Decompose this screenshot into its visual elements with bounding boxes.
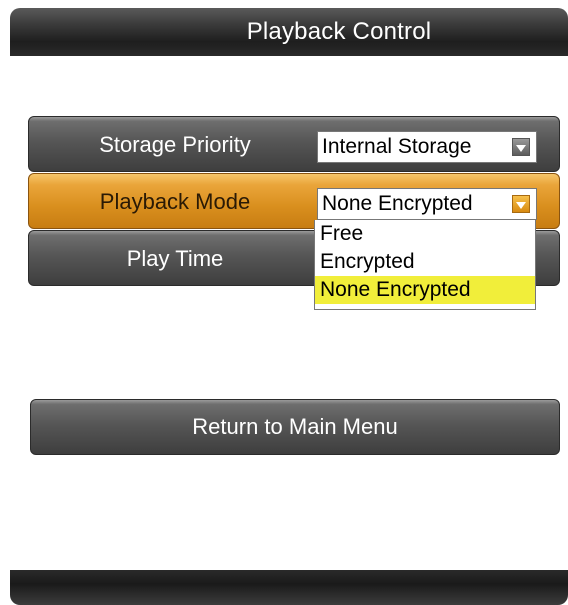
page-title: Playback Control xyxy=(246,18,432,45)
storage-priority-row[interactable]: Storage Priority Internal Storage xyxy=(28,116,560,172)
playback-mode-dropdown-list: Free Encrypted None Encrypted xyxy=(314,220,536,310)
chevron-down-icon[interactable] xyxy=(512,195,530,213)
playback-mode-value: None Encrypted xyxy=(322,192,473,215)
playback-control-screen: Playback Control Storage Priority Intern… xyxy=(0,0,568,605)
playback-mode-label: Playback Mode xyxy=(99,189,251,214)
return-to-main-menu-button[interactable]: Return to Main Menu xyxy=(30,399,560,455)
play-time-label: Play Time xyxy=(126,246,224,271)
playback-mode-select[interactable]: None Encrypted xyxy=(317,188,537,220)
chevron-down-icon[interactable] xyxy=(512,138,530,156)
storage-priority-select[interactable]: Internal Storage xyxy=(317,131,537,163)
storage-priority-value: Internal Storage xyxy=(322,135,472,158)
dropdown-option-encrypted[interactable]: Encrypted xyxy=(315,248,535,276)
storage-priority-label: Storage Priority xyxy=(99,132,251,157)
dropdown-option-none-encrypted[interactable]: None Encrypted xyxy=(315,276,535,304)
dropdown-option-free[interactable]: Free xyxy=(315,220,535,248)
title-bar: Playback Control xyxy=(10,8,568,56)
bottom-bar xyxy=(10,570,568,605)
